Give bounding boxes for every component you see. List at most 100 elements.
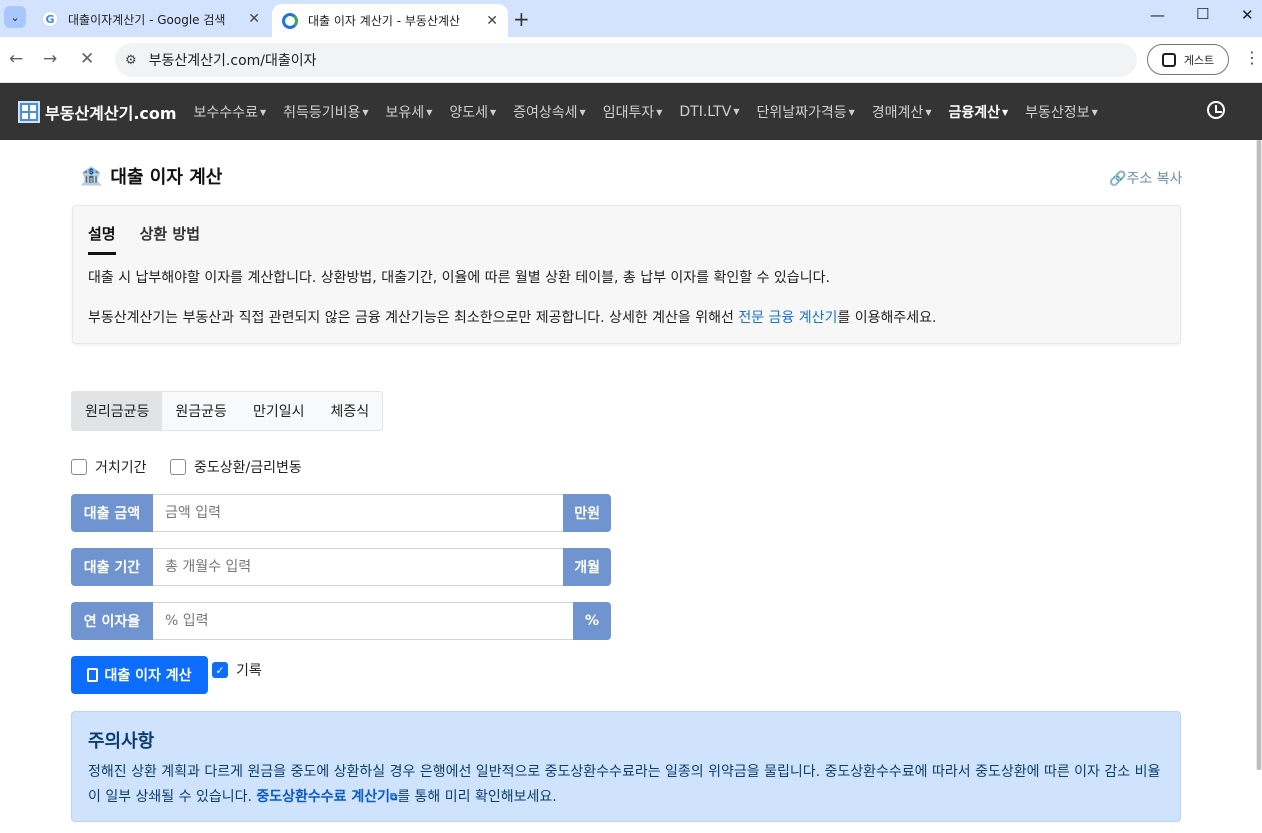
link-icon: 🔗	[1109, 171, 1127, 187]
notice-text: 정해진 상환 계획과 다르게 원금을 중도에 상환하실 경우 은행에선 일반적으…	[88, 764, 1161, 805]
browser-tab-calculator[interactable]: 대출 이자 계산기 - 부동산계산 ✕	[272, 4, 508, 37]
repayment-method-group: 원리금균등 원금균등 만기일시 체증식	[71, 391, 384, 431]
nav-item-dti-ltv[interactable]: DTI.LTV ▼	[679, 104, 739, 120]
bank-icon: 🏦	[80, 165, 103, 187]
description-tabs: 설명 상환 방법	[88, 223, 224, 255]
building-logo-icon	[18, 100, 40, 123]
brand-name: 부동산계산기.com	[45, 103, 177, 123]
nav-item-gift-tax[interactable]: 증여상속세 ▼	[513, 102, 586, 122]
nav-item-finance[interactable]: 금융계산 ▼	[948, 102, 1008, 122]
method-equal-payment[interactable]: 원리금균등	[72, 392, 163, 430]
record-checkbox[interactable]: ✓	[212, 662, 228, 678]
browser-tab-strip: ⌄ G 대출이자계산기 - Google 검색 ✕ 대출 이자 계산기 - 부동…	[0, 0, 1262, 37]
close-window-icon[interactable]: ✕	[1241, 6, 1254, 24]
loan-period-input[interactable]	[153, 548, 564, 586]
new-tab-icon[interactable]: +	[513, 7, 530, 31]
nav-item-auction[interactable]: 경매계산 ▼	[872, 102, 932, 122]
loan-period-unit: 개월	[563, 548, 611, 586]
nav-item-transfer-tax[interactable]: 양도세 ▼	[449, 102, 496, 122]
stop-loading-icon[interactable]: ✕	[80, 49, 94, 69]
caret-down-icon: ▼	[1002, 108, 1009, 117]
grace-period-checkbox[interactable]	[71, 459, 87, 475]
method-bullet[interactable]: 만기일시	[240, 392, 318, 430]
caret-down-icon: ▼	[426, 108, 433, 117]
minimize-icon[interactable]: —	[1150, 6, 1165, 24]
note-text: 를 이용해주세요.	[837, 310, 937, 326]
note-text: 부동산계산기는 부동산과 직접 관련되지 않은 금융 계산기능은 최소한으로만 …	[88, 310, 739, 326]
close-tab-icon[interactable]: ✕	[248, 11, 260, 27]
browser-menu-icon[interactable]: ⋮	[1244, 48, 1260, 67]
tab-repayment-method[interactable]: 상환 방법	[140, 223, 200, 255]
site-navbar: 부동산계산기.com 보수수수료 ▼ 취득등기비용 ▼ 보유세 ▼ 양도세 ▼ 증여상속…	[0, 83, 1262, 140]
description-text: 대출 시 납부해야할 이자를 계산합니다. 상환방법, 대출기간, 이율에 따른…	[88, 270, 830, 286]
nav-label: 단위날짜가격등	[756, 104, 847, 121]
method-graduated[interactable]: 체증식	[317, 392, 382, 430]
loan-amount-input[interactable]	[153, 494, 564, 532]
pro-calculator-link[interactable]: 전문 금융 계산기	[738, 310, 837, 326]
address-bar[interactable]: ⚙ 부동산계산기.com/대출이자	[115, 43, 1137, 77]
caret-down-icon: ▼	[925, 108, 932, 117]
notice-alert: 주의사항 정해진 상환 계획과 다르게 원금을 중도에 상환하실 경우 은행에선…	[71, 711, 1181, 822]
caret-down-icon: ▼	[489, 108, 497, 117]
profile-label: 게스트	[1183, 53, 1215, 67]
tab-search-icon[interactable]: ⌄	[4, 6, 26, 28]
guest-profile-button[interactable]: 게스트	[1147, 44, 1229, 75]
prepayment-option[interactable]: 중도상환/금리변동	[170, 457, 302, 477]
nav-label: 금융계산	[948, 104, 1001, 121]
interest-rate-group: 연 이자율 %	[71, 602, 611, 640]
nav-label: 경매계산	[871, 104, 924, 121]
back-icon[interactable]: ←	[9, 49, 23, 69]
notice-text: 를 통해 미리 확인해보세요.	[397, 789, 557, 805]
copy-url-link[interactable]: 🔗주소 복사	[1109, 168, 1182, 188]
tab-title: 대출 이자 계산기 - 부동산계산	[308, 14, 461, 28]
record-label: 기록	[236, 663, 262, 679]
caret-down-icon: ▼	[656, 108, 663, 117]
record-option[interactable]: ✓ 기록	[212, 660, 262, 680]
nav-label: 부동산정보	[1025, 104, 1090, 121]
grace-period-option[interactable]: 거치기간	[71, 457, 147, 477]
caret-down-icon: ▼	[1091, 108, 1098, 117]
close-tab-icon[interactable]: ✕	[486, 13, 498, 29]
tab-description[interactable]: 설명	[88, 223, 116, 255]
calculate-interest-button[interactable]: 대출 이자 계산	[71, 656, 208, 694]
caret-down-icon: ▼	[362, 108, 369, 117]
nav-item-holding-tax[interactable]: 보유세 ▼	[386, 102, 433, 122]
tab-title: 대출이자계산기 - Google 검색	[68, 12, 226, 27]
caret-down-icon: ▼	[733, 107, 740, 116]
loan-amount-group: 대출 금액 만원	[71, 494, 611, 532]
interest-rate-label: 연 이자율	[71, 602, 153, 640]
nav-label: DTI.LTV	[679, 103, 732, 120]
nav-item-unit[interactable]: 단위날짜가격등 ▼	[756, 102, 854, 122]
nav-item-rental[interactable]: 임대투자 ▼	[603, 102, 663, 122]
link-text: 중도상환수수료 계산기	[256, 789, 391, 805]
loan-period-group: 대출 기간 개월	[71, 548, 611, 586]
method-equal-principal[interactable]: 원금균등	[162, 392, 240, 430]
prepayment-checkbox[interactable]	[170, 459, 186, 475]
history-clock-icon[interactable]	[1207, 101, 1225, 119]
nav-item-info[interactable]: 부동산정보 ▼	[1025, 102, 1098, 122]
nav-label: 취득등기비용	[283, 104, 361, 121]
interest-rate-input[interactable]	[153, 602, 573, 640]
page-title-text: 대출 이자 계산	[110, 167, 223, 188]
site-settings-icon[interactable]: ⚙	[125, 53, 137, 68]
grace-period-label: 거치기간	[95, 460, 147, 476]
caret-down-icon: ▼	[579, 108, 586, 117]
maximize-icon[interactable]: ☐	[1196, 5, 1209, 23]
page-scrollbar-thumb[interactable]	[1257, 140, 1261, 770]
description-note: 부동산계산기는 부동산과 직접 관련되지 않은 금융 계산기능은 최소한으로만 …	[88, 307, 936, 327]
google-icon: G	[42, 11, 58, 27]
loan-period-label: 대출 기간	[71, 548, 153, 586]
browser-tab-google[interactable]: G 대출이자계산기 - Google 검색 ✕	[32, 4, 270, 34]
notice-body: 정해진 상환 계획과 다르게 원금을 중도에 상환하실 경우 은행에선 일반적으…	[88, 760, 1168, 810]
loan-amount-unit: 만원	[563, 494, 611, 532]
nav-item-acquisition[interactable]: 취득등기비용 ▼	[283, 102, 368, 122]
prepayment-label: 중도상환/금리변동	[194, 460, 302, 476]
caret-down-icon: ▼	[848, 108, 855, 117]
nav-label: 임대투자	[602, 104, 655, 121]
profile-icon	[1161, 52, 1176, 67]
nav-item-fees[interactable]: 보수수수료 ▼	[194, 102, 267, 122]
site-brand[interactable]: 부동산계산기.com	[18, 100, 177, 124]
nav-label: 양도세	[449, 104, 488, 121]
prepayment-fee-calculator-link[interactable]: 중도상환수수료 계산기⧉	[256, 789, 397, 805]
forward-icon[interactable]: →	[43, 49, 57, 69]
